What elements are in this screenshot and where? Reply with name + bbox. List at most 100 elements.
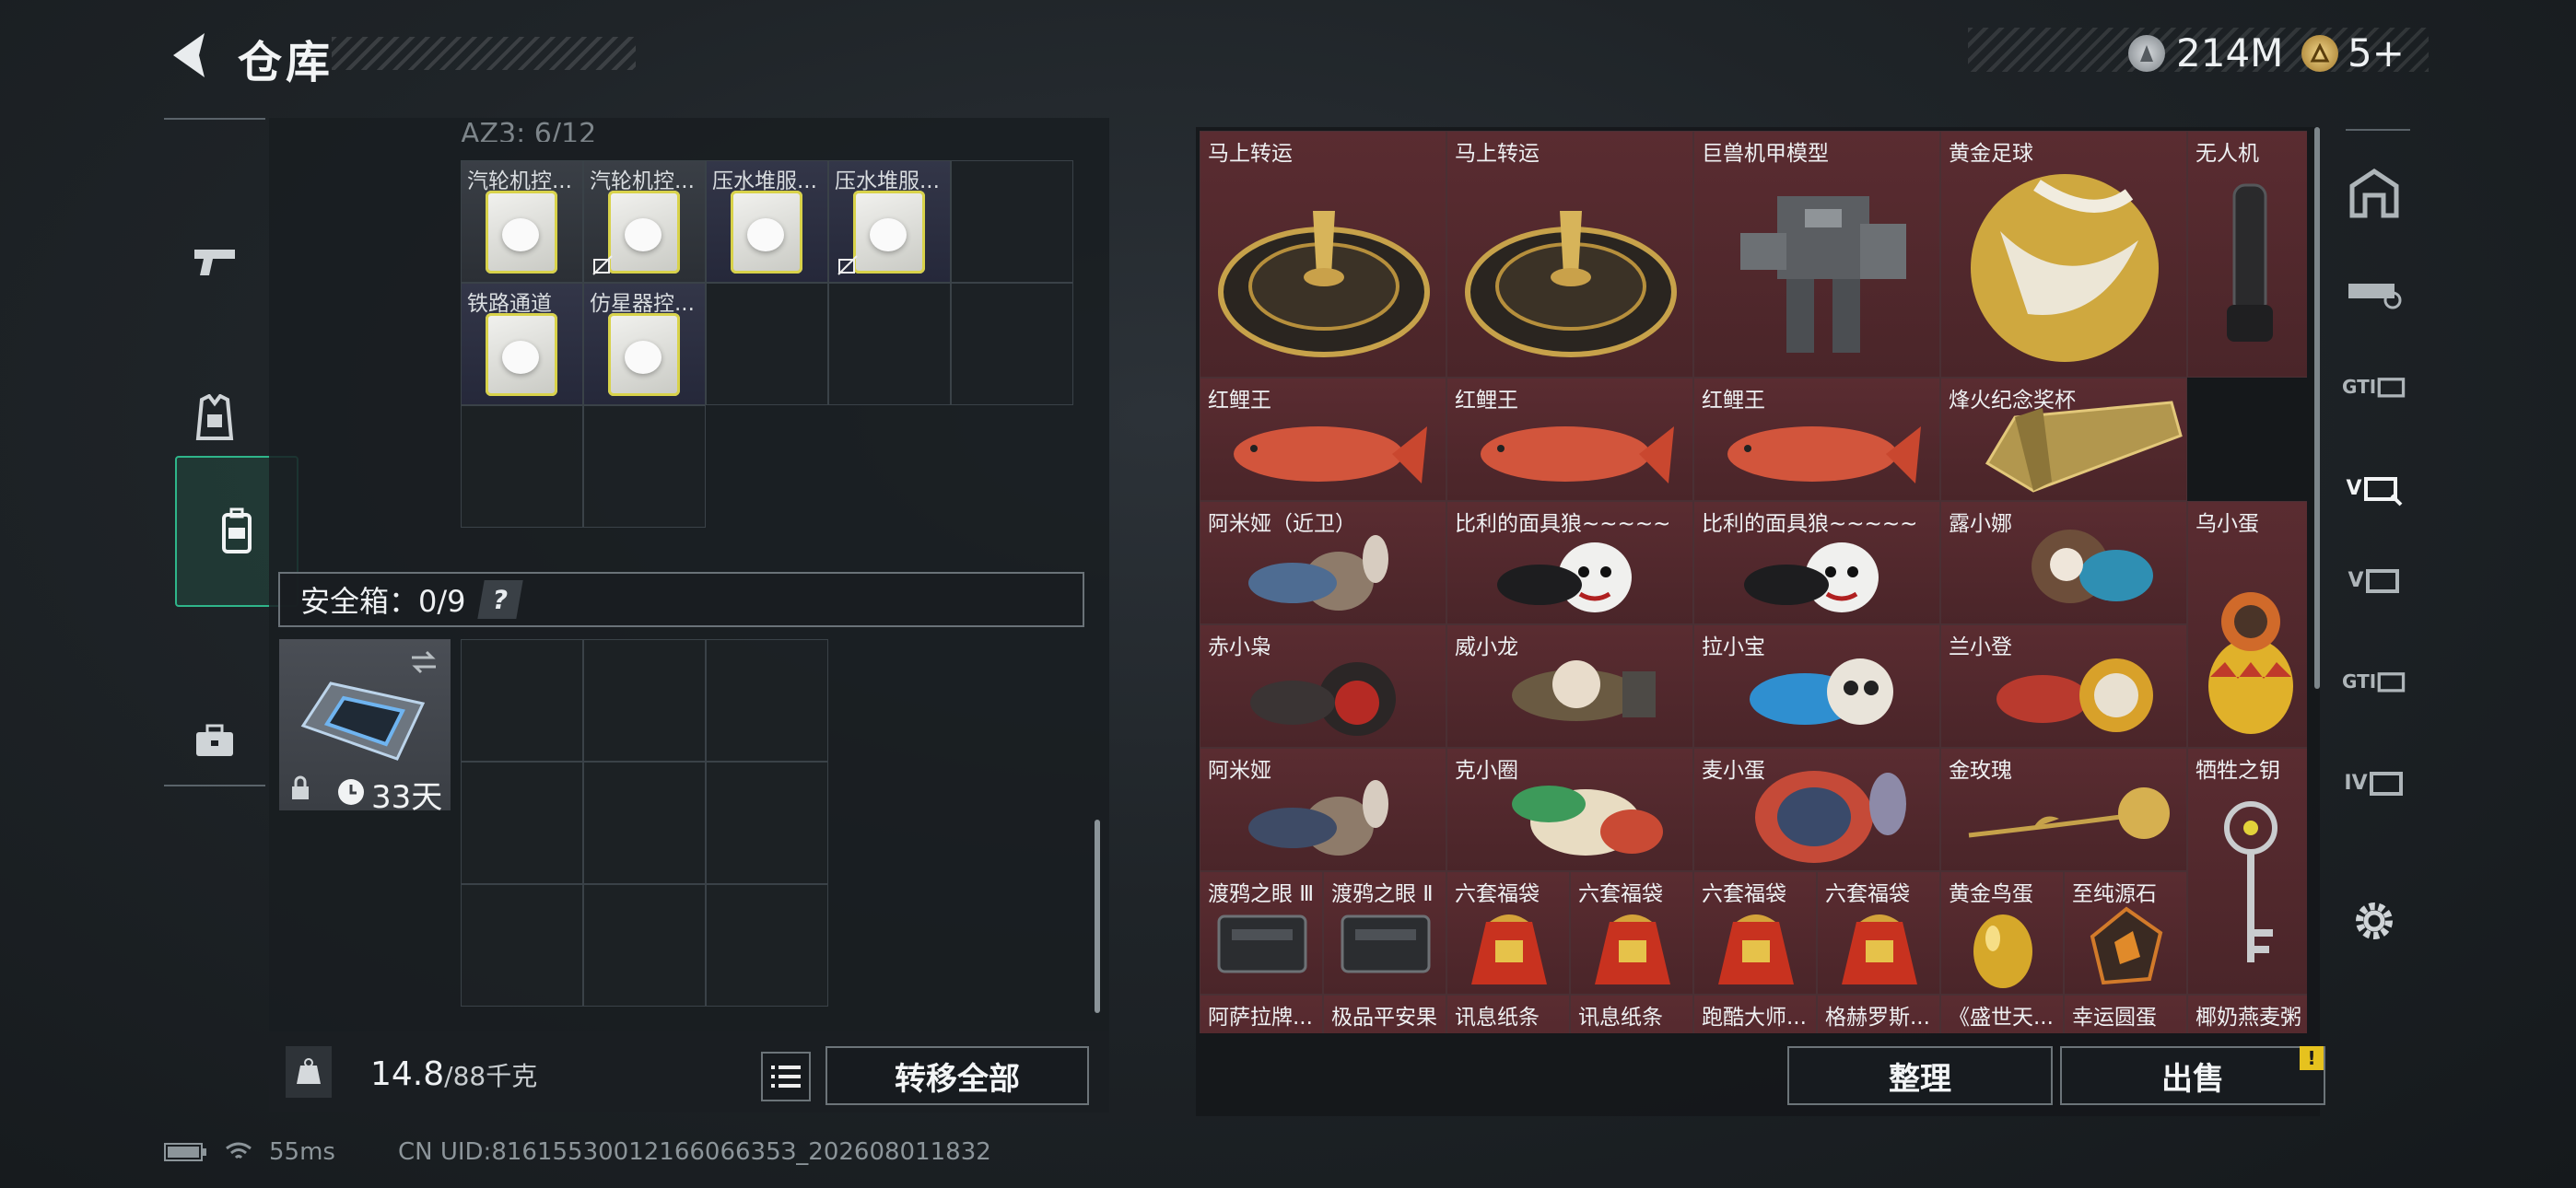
tab-v-1[interactable]: V: [2342, 460, 2406, 516]
safe-box-header: 安全箱：0/9 ?: [278, 572, 1084, 627]
backpack-item[interactable]: 铁路通道: [461, 283, 583, 405]
empty-slot[interactable]: [461, 639, 583, 762]
stash-item[interactable]: 红鲤王: [1200, 378, 1446, 501]
tab-gti-1[interactable]: GTI: [2342, 359, 2406, 414]
help-button[interactable]: ?: [476, 580, 523, 619]
stash-item[interactable]: 乌小蛋: [2187, 501, 2307, 748]
golden-egg-icon: [1973, 914, 2032, 988]
empty-slot[interactable]: [461, 405, 583, 528]
tab-gun-case[interactable]: [2342, 267, 2406, 322]
stash-item[interactable]: 极品平安果: [1323, 995, 1446, 1033]
wifi-icon: [226, 1142, 252, 1159]
list-view-button[interactable]: [761, 1052, 811, 1101]
safe-case-item[interactable]: 33天: [279, 639, 451, 816]
stash-item[interactable]: 跑酷大师...: [1693, 995, 1817, 1033]
stash-item[interactable]: 红鲤王: [1446, 378, 1693, 501]
stash-item[interactable]: 椰奶燕麦粥: [2187, 995, 2307, 1033]
figure-icon: [1248, 535, 1388, 611]
stash-item[interactable]: 六套福袋: [1446, 871, 1570, 995]
tab-gti-2[interactable]: GTI: [2342, 654, 2406, 709]
stash-item[interactable]: 比利的面具狼~~~~~: [1446, 501, 1693, 624]
stash-item[interactable]: 露小娜: [1940, 501, 2187, 624]
figure-icon: [1750, 658, 1893, 725]
lucky-bag-icon: [1471, 914, 1547, 984]
stash-item[interactable]: 克小圈: [1446, 748, 1693, 871]
item-name: 六套福袋: [1455, 882, 1540, 906]
stash-item[interactable]: 烽火纪念奖杯: [1940, 378, 2187, 501]
no-insure-icon: [592, 255, 613, 275]
empty-slot[interactable]: [583, 884, 706, 1007]
drone-icon: [2227, 183, 2273, 342]
stash-item[interactable]: 麦小蛋: [1693, 748, 1940, 871]
page-title: 仓库: [238, 37, 334, 88]
empty-slot[interactable]: [583, 639, 706, 762]
stash-item[interactable]: 马上转运: [1446, 131, 1693, 378]
empty-slot[interactable]: [951, 160, 1073, 283]
stash-item[interactable]: 黄金足球: [1940, 131, 2187, 378]
transfer-all-button[interactable]: 转移全部: [825, 1046, 1089, 1105]
stash-item[interactable]: 比利的面具狼~~~~~: [1693, 501, 1940, 624]
stash-item[interactable]: 幸运圆蛋: [2064, 995, 2187, 1033]
empty-slot[interactable]: [461, 884, 583, 1007]
sell-button[interactable]: 出售: [2060, 1046, 2325, 1105]
currency-gold[interactable]: 5+: [2301, 30, 2405, 76]
stash-item[interactable]: 威小龙: [1446, 624, 1693, 748]
stash-item[interactable]: 六套福袋: [1570, 871, 1693, 995]
item-name: 汽轮机控...: [467, 169, 572, 193]
stash-item[interactable]: 拉小宝: [1693, 624, 1940, 748]
rail-tab-weapon[interactable]: [164, 193, 265, 332]
red-carp-icon: [1481, 426, 1674, 483]
stash-item[interactable]: 渡鸦之眼 Ⅱ: [1323, 871, 1446, 995]
tab-building[interactable]: [2342, 166, 2406, 221]
backpack-item[interactable]: 仿星器控...: [583, 283, 706, 405]
stash-item[interactable]: 格赫罗斯...: [1817, 995, 1940, 1033]
tab-iv[interactable]: IV: [2342, 755, 2406, 810]
currency-silver[interactable]: 214M: [2128, 30, 2283, 76]
empty-slot[interactable]: [951, 283, 1073, 405]
backpack-item[interactable]: 压水堆服...: [706, 160, 828, 283]
rail-tab-case[interactable]: [164, 672, 265, 810]
tab-v-2[interactable]: V: [2342, 553, 2406, 608]
stash-item[interactable]: 《盛世天...: [1940, 995, 2064, 1033]
keycard-icon: [853, 191, 925, 274]
stash-item[interactable]: 巨兽机甲模型: [1693, 131, 1940, 378]
empty-slot[interactable]: [828, 283, 951, 405]
stash-item[interactable]: 牺牲之钥: [2187, 748, 2307, 995]
backpack-item[interactable]: 汽轮机控...: [461, 160, 583, 283]
stash-grid: 马上转运 马上转运 巨兽机甲模型 黄金足球 无人机 红鲤王 红鲤王 红鲤王 烽火…: [1200, 131, 2307, 1033]
stash-item[interactable]: 至纯源石: [2064, 871, 2187, 995]
stash-item[interactable]: 黄金鸟蛋: [1940, 871, 2064, 995]
left-scrollbar[interactable]: [1095, 820, 1100, 1013]
stash-item[interactable]: 阿米娅（近卫）: [1200, 501, 1446, 624]
stash-item[interactable]: 无人机: [2187, 131, 2307, 378]
stash-item[interactable]: 赤小枭: [1200, 624, 1446, 748]
empty-slot[interactable]: [583, 762, 706, 884]
masked-figure-icon: [1744, 542, 1879, 612]
stash-item[interactable]: 马上转运: [1200, 131, 1446, 378]
stash-item[interactable]: 阿米娅: [1200, 748, 1446, 871]
back-button[interactable]: [164, 28, 219, 83]
empty-slot[interactable]: [706, 283, 828, 405]
stash-item[interactable]: 红鲤王: [1693, 378, 1940, 501]
golden-ball-icon: [1971, 174, 2159, 362]
stash-item[interactable]: 讯息纸条: [1570, 995, 1693, 1033]
organize-button[interactable]: 整理: [1787, 1046, 2053, 1105]
figure-icon: [1512, 786, 1663, 856]
empty-slot[interactable]: [706, 884, 828, 1007]
backpack-item[interactable]: 压水堆服...: [828, 160, 951, 283]
stash-item[interactable]: 六套福袋: [1693, 871, 1817, 995]
stash-item[interactable]: 讯息纸条: [1446, 995, 1570, 1033]
item-name: 无人机: [2195, 142, 2259, 166]
empty-slot[interactable]: [583, 405, 706, 528]
stash-item[interactable]: 渡鸦之眼 Ⅲ: [1200, 871, 1323, 995]
empty-slot[interactable]: [461, 762, 583, 884]
stash-scrollbar[interactable]: [2314, 127, 2320, 689]
stash-item[interactable]: 阿萨拉牌...: [1200, 995, 1323, 1033]
settings-button[interactable]: [2342, 893, 2406, 949]
backpack-item[interactable]: 汽轮机控...: [583, 160, 706, 283]
empty-slot[interactable]: [706, 762, 828, 884]
empty-slot[interactable]: [706, 639, 828, 762]
stash-item[interactable]: 金玫瑰: [1940, 748, 2187, 871]
stash-item[interactable]: 兰小登: [1940, 624, 2187, 748]
stash-item[interactable]: 六套福袋: [1817, 871, 1940, 995]
